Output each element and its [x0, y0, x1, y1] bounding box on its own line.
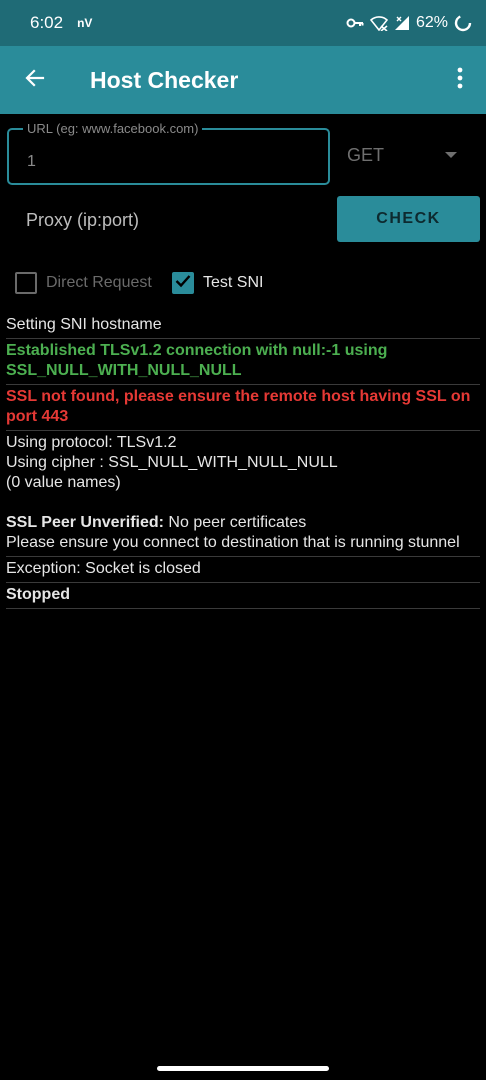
log-stopped: Stopped — [6, 586, 70, 603]
proxy-input[interactable]: Proxy (ip:port) — [26, 210, 316, 236]
log-cipher: Using cipher : SSL_NULL_WITH_NULL_NULL — [6, 454, 338, 471]
log-established: Established TLSv1.2 connection with null… — [6, 342, 388, 379]
battery-saver-icon — [454, 14, 472, 32]
log-value-names: (0 value names) — [6, 474, 121, 491]
log-peer-label: SSL Peer Unverified: — [6, 514, 164, 531]
url-input[interactable] — [27, 150, 307, 174]
navigation-handle[interactable] — [157, 1066, 329, 1071]
log-entry: Setting SNI hostname — [6, 313, 480, 339]
check-icon — [175, 274, 191, 293]
log-peer: SSL Peer Unverified: No peer certificate… — [6, 513, 480, 533]
log-exception: Exception: Socket is closed — [6, 560, 201, 577]
test-sni-label: Test SNI — [203, 274, 264, 291]
log-output: Setting SNI hostname Established TLSv1.2… — [6, 313, 480, 609]
signal-icon — [394, 15, 410, 31]
back-button[interactable] — [0, 46, 70, 114]
log-entry: Exception: Socket is closed — [6, 557, 480, 583]
log-entry: Stopped — [6, 583, 480, 609]
method-dropdown[interactable]: GET — [347, 138, 467, 172]
check-button[interactable]: CHECK — [337, 196, 480, 242]
direct-request-checkbox[interactable] — [15, 272, 37, 294]
log-ssl-not-found: SSL not found, please ensure the remote … — [6, 388, 471, 425]
test-sni-checkbox[interactable] — [172, 272, 194, 294]
log-peer-hint: Please ensure you connect to destination… — [6, 534, 460, 551]
log-entry: SSL not found, please ensure the remote … — [6, 385, 480, 431]
arrow-back-icon — [23, 66, 47, 95]
log-sni: Setting SNI hostname — [6, 316, 162, 333]
battery-percent: 62% — [415, 14, 448, 31]
method-value: GET — [347, 144, 385, 165]
page-title: Host Checker — [90, 66, 239, 93]
overflow-menu-button[interactable] — [434, 46, 486, 114]
url-field-label: URL (eg: www.facebook.com) — [23, 121, 203, 136]
app-bar: Host Checker — [0, 46, 486, 114]
status-icons: 62% — [346, 14, 472, 32]
dropdown-arrow-icon — [445, 152, 457, 158]
test-sni-option[interactable]: Test SNI — [172, 271, 263, 295]
status-time: 6:02 — [30, 13, 64, 32]
log-protocol: Using protocol: TLSv1.2 — [6, 434, 177, 451]
direct-request-label: Direct Request — [46, 274, 152, 291]
more-vert-icon — [457, 67, 463, 94]
log-entry: Established TLSv1.2 connection with null… — [6, 339, 480, 385]
log-peer-detail: No peer certificates — [163, 514, 307, 531]
status-carrier: nV — [77, 16, 93, 30]
log-entry: Using protocol: TLSv1.2 Using cipher : S… — [6, 431, 480, 557]
vpn-key-icon — [346, 17, 364, 29]
log-spacer — [6, 493, 480, 513]
wifi-icon — [369, 15, 388, 31]
status-bar: 6:02 nV 62% — [0, 0, 486, 46]
direct-request-option[interactable]: Direct Request — [15, 271, 152, 295]
url-field[interactable]: URL (eg: www.facebook.com) — [7, 121, 330, 185]
